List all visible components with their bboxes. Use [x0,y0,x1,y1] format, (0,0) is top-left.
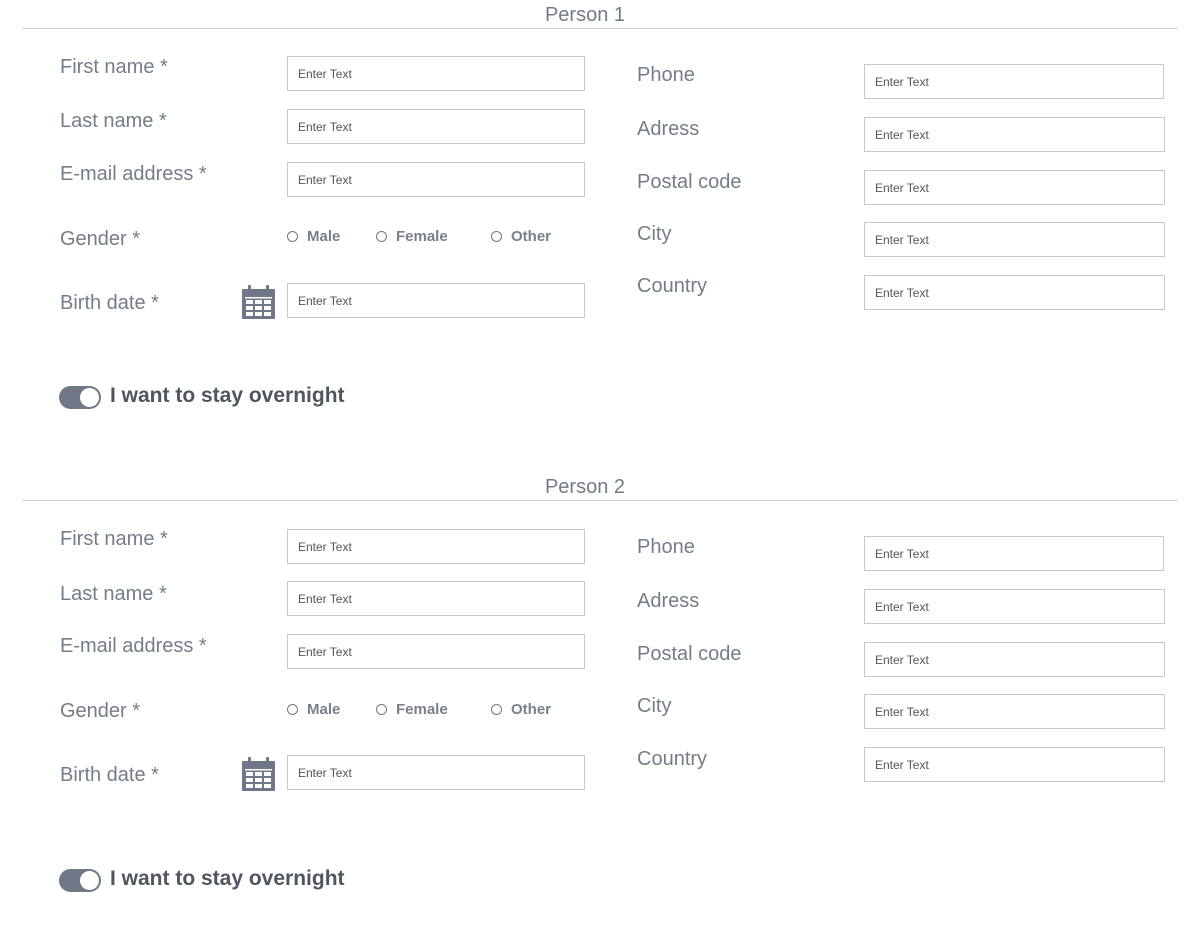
birth-date-label: Birth date * [60,292,159,314]
gender-option-label: Other [511,701,552,718]
email-input[interactable] [287,634,585,669]
first-name-input[interactable] [287,529,585,564]
last-name-input[interactable] [287,581,585,616]
first-name-input[interactable] [287,56,585,91]
phone-input[interactable] [864,536,1164,571]
email-label: E-mail address * [60,163,207,185]
postal-code-label: Postal code [637,643,742,665]
gender-option-label: Male [307,228,341,245]
postal-code-label: Postal code [637,171,742,193]
gender-option-label: Female [396,228,448,245]
address-label: Adress [637,118,700,140]
gender-option-label: Female [396,701,448,718]
overnight-toggle[interactable] [59,386,101,409]
city-label: City [637,695,672,717]
phone-input[interactable] [864,64,1164,99]
section-title: Person 1 [544,4,626,26]
gender-option-female[interactable]: Female [376,701,448,718]
country-input[interactable] [864,747,1165,782]
address-input[interactable] [864,589,1165,624]
gender-option-male[interactable]: Male [287,701,340,718]
gender-label: Gender * [60,228,141,250]
gender-option-other[interactable]: Other [491,228,551,245]
radio-circle-icon[interactable] [287,704,298,715]
section-divider [22,28,1178,29]
section-title: Person 2 [544,476,626,498]
overnight-toggle-label: I want to stay overnight [110,384,345,407]
email-label: E-mail address * [60,635,207,657]
person-1-section: Person 1 First name * Last name * E-mail… [0,0,1198,472]
country-label: Country [637,275,708,297]
city-label: City [637,223,672,245]
address-label: Adress [637,590,700,612]
first-name-label: First name * [60,528,168,550]
country-input[interactable] [864,275,1165,310]
gender-option-label: Other [511,228,552,245]
toggle-knob [80,871,99,890]
gender-option-female[interactable]: Female [376,228,448,245]
radio-circle-icon[interactable] [287,231,298,242]
postal-code-input[interactable] [864,170,1165,205]
gender-option-male[interactable]: Male [287,228,340,245]
last-name-input[interactable] [287,109,585,144]
calendar-icon[interactable] [242,757,275,791]
radio-circle-icon[interactable] [376,704,387,715]
last-name-label: Last name * [60,583,167,605]
country-label: Country [637,748,708,770]
phone-label: Phone [637,536,695,558]
gender-label: Gender * [60,700,141,722]
gender-option-label: Male [307,701,341,718]
birth-date-input[interactable] [287,283,585,318]
birth-date-label: Birth date * [60,764,159,786]
city-input[interactable] [864,222,1165,257]
email-input[interactable] [287,162,585,197]
first-name-label: First name * [60,56,168,78]
overnight-toggle[interactable] [59,869,101,892]
phone-label: Phone [637,64,695,86]
gender-radio-group: Male Female Other [287,701,587,725]
overnight-toggle-label: I want to stay overnight [110,867,345,890]
person-2-section: Person 2 First name * Last name * E-mail… [0,472,1198,944]
address-input[interactable] [864,117,1165,152]
postal-code-input[interactable] [864,642,1165,677]
section-divider [22,500,1178,501]
birth-date-input[interactable] [287,755,585,790]
radio-circle-icon[interactable] [491,231,502,242]
gender-radio-group: Male Female Other [287,228,587,252]
city-input[interactable] [864,694,1165,729]
last-name-label: Last name * [60,110,167,132]
radio-circle-icon[interactable] [376,231,387,242]
radio-circle-icon[interactable] [491,704,502,715]
toggle-knob [80,388,99,407]
gender-option-other[interactable]: Other [491,701,551,718]
calendar-icon[interactable] [242,285,275,319]
